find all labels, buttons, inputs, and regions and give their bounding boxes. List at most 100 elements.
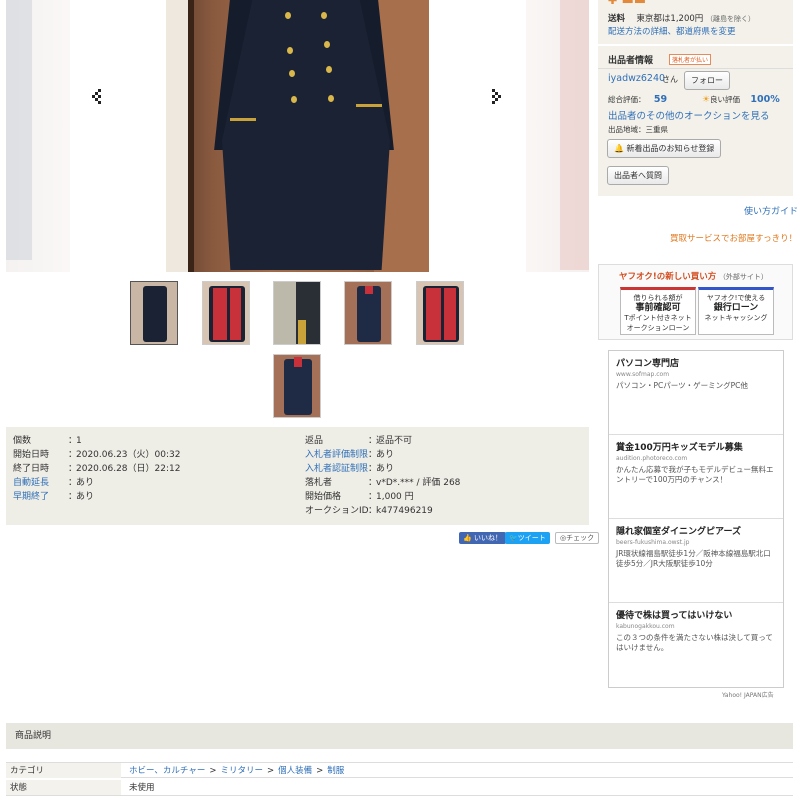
thumbnail-5[interactable] — [416, 281, 464, 345]
info-label[interactable]: 早期終了 — [13, 490, 68, 504]
other-auctions-link[interactable]: 出品者のその他のオークションを見る — [608, 108, 770, 122]
ad-domain: kabunogakkou.com — [616, 623, 675, 630]
info-value: あり — [76, 478, 95, 488]
new-listing-notify-button[interactable]: 🔔 新着出品のお知らせ登録 — [607, 139, 722, 158]
breadcrumb-separator: > — [266, 766, 275, 776]
info-label[interactable]: 入札者認証制限 — [305, 462, 368, 476]
info-label: 個数 — [13, 436, 32, 446]
rating-line: 総合評価： 59 ☀良い評価 100% — [608, 94, 780, 105]
thumbnail-6[interactable] — [273, 354, 321, 418]
info-label[interactable]: 自動延長 — [13, 476, 68, 490]
thumbnail-4[interactable] — [344, 281, 392, 345]
ad-title: 賞金100万円キッズモデル募集 — [616, 443, 743, 453]
info-label: 終了日時 — [13, 464, 50, 474]
promo1-top: 借りられる額が — [633, 294, 683, 302]
info-value: v*D*.*** / 評価 268 — [376, 478, 461, 488]
rating-value[interactable]: 59 — [654, 94, 667, 105]
info-separator: ： — [368, 450, 378, 460]
info-row: 自動延長 ：あり — [13, 476, 94, 490]
notify-label: 新着出品のお知らせ登録 — [626, 144, 715, 153]
thumbnail-1[interactable] — [130, 281, 178, 345]
sun-icon: ☀ — [701, 95, 710, 105]
category-link[interactable]: 個人装備 — [278, 766, 312, 776]
info-label: 開始価格 — [305, 492, 342, 502]
promo2-sub1: ネットキャッシング — [704, 314, 768, 322]
info-row: 開始価格 ：1,000 円 — [305, 490, 414, 504]
seller-name-link[interactable]: iyadwz6240 — [608, 73, 665, 84]
info-label[interactable]: 入札者評価制限 — [305, 448, 368, 462]
shipping-detail-link[interactable]: 配送方法の詳細、都道府県を変更 — [608, 25, 736, 37]
next-photo-preview[interactable] — [526, 0, 589, 272]
like-label: いいね！ — [473, 534, 502, 542]
previous-arrow-icon[interactable] — [89, 85, 105, 109]
ask-seller-button[interactable]: 出品者へ質問 — [607, 166, 669, 185]
bird-icon: 🐦 — [509, 534, 518, 542]
price-box: ¥ ▬▬ 送料 東京都は1,200円 （離島を除く） 配送方法の詳細、都道府県を… — [598, 0, 793, 44]
info-separator: ： — [68, 464, 78, 474]
follow-button[interactable]: フォロー — [684, 71, 730, 90]
seller-title: 出品者情報 — [608, 56, 654, 66]
thumbnail-3[interactable] — [273, 281, 321, 345]
new-buy-note: （外部サイト） — [718, 273, 768, 281]
loan-precheck-promo[interactable]: 借りられる額が 事前確認可 Tポイント付きネット オークションローン — [620, 287, 696, 335]
ad-item[interactable]: 隠れ家個室ダイニングピアーズ beers-fukushima.owst.jp J… — [609, 519, 783, 603]
info-separator: ： — [68, 450, 78, 460]
info-value: あり — [376, 450, 395, 460]
ad-item[interactable]: 賞金100万円キッズモデル募集 audition.photoreco.com か… — [609, 435, 783, 519]
ad-item[interactable]: 優待で株は買ってはいけない kabunogakkou.com この３つの条件を満… — [609, 603, 783, 687]
category-label: カテゴリ — [6, 763, 121, 778]
info-value: k477496219 — [376, 506, 433, 516]
ad-item[interactable]: パソコン専門店 www.sofmap.com パソコン・PCパーツ・ゲーミングP… — [609, 351, 783, 435]
category-link[interactable]: ホビー、カルチャー — [129, 766, 205, 776]
ad-domain: beers-fukushima.owst.jp — [616, 539, 690, 546]
info-row: 入札者評価制限：あり — [305, 448, 394, 462]
guide-link[interactable]: 使い方ガイド — [744, 204, 798, 217]
tweet-label: ツイート — [517, 534, 546, 542]
auction-info-table: 個数 ：1 開始日時 ：2020.06.23（火）00:32 終了日時 ：2020.06.… — [6, 427, 589, 525]
info-separator: ： — [368, 492, 378, 502]
facebook-like-button[interactable]: 👍 いいね！ — [459, 532, 506, 544]
info-separator: ： — [368, 506, 378, 516]
shipping-label: 送料 — [608, 14, 626, 24]
follow-label: フォロー — [691, 76, 723, 85]
ad-footer: Yahoo! JAPAN広告 — [722, 692, 774, 699]
ask-seller-label: 出品者へ質問 — [614, 171, 662, 180]
info-row: 個数 ：1 — [13, 434, 82, 448]
bank-loan-promo[interactable]: ヤフオク!で使える 銀行ローン ネットキャッシング — [698, 287, 774, 335]
category-link[interactable]: ミリタリー — [220, 766, 263, 776]
tweet-button[interactable]: 🐦ツイート — [505, 532, 550, 544]
breadcrumb-separator: > — [316, 766, 324, 776]
previous-photo-preview[interactable] — [6, 0, 70, 272]
info-row: オークションID：k477496219 — [305, 504, 433, 518]
thumbs-up-icon: 👍 — [463, 534, 472, 542]
info-row: 早期終了 ：あり — [13, 490, 94, 504]
info-separator: ： — [368, 464, 378, 474]
thumbnail-2[interactable] — [202, 281, 250, 345]
next-arrow-icon[interactable] — [488, 85, 504, 109]
info-label: 落札者 — [305, 478, 333, 488]
info-separator: ： — [68, 492, 78, 502]
condition-value: 未使用 — [129, 783, 155, 793]
shipping-badge: 落札者が払い — [669, 54, 712, 65]
ad-title: 優待で株は買ってはいけない — [616, 611, 733, 621]
category-link[interactable]: 制服 — [327, 766, 344, 776]
seller-region: 出品地域：三重県 — [608, 125, 668, 134]
ad-domain: www.sofmap.com — [616, 371, 670, 378]
main-product-photo[interactable] — [166, 0, 429, 272]
shipping-note: （離島を除く） — [705, 15, 755, 23]
info-separator: ： — [68, 478, 78, 488]
info-value: 2020.06.28（日）22:12 — [76, 464, 181, 474]
new-buy-title: ヤフオク!の新しい買い方 — [619, 272, 717, 282]
check-button[interactable]: ◎チェック — [555, 532, 600, 544]
category-row: カテゴリ ホビー、カルチャー > ミリタリー > 個人装備 > 制服 — [6, 762, 793, 778]
promo2-top: ヤフオク!で使える — [706, 294, 766, 302]
promo1-big: 事前確認可 — [635, 303, 681, 313]
buyback-link[interactable]: 買取サービスでお部屋すっきり！ — [670, 232, 797, 244]
shipping-line: 送料 東京都は1,200円 （離島を除く） — [608, 12, 755, 24]
info-row: 開始日時 ：2020.06.23（火）00:32 — [13, 448, 180, 462]
info-separator: ： — [368, 478, 378, 488]
breadcrumb-separator: > — [209, 766, 217, 776]
ad-title: 隠れ家個室ダイニングピアーズ — [616, 527, 742, 537]
condition-label: 状態 — [6, 780, 121, 795]
info-label: オークションID — [305, 506, 369, 516]
